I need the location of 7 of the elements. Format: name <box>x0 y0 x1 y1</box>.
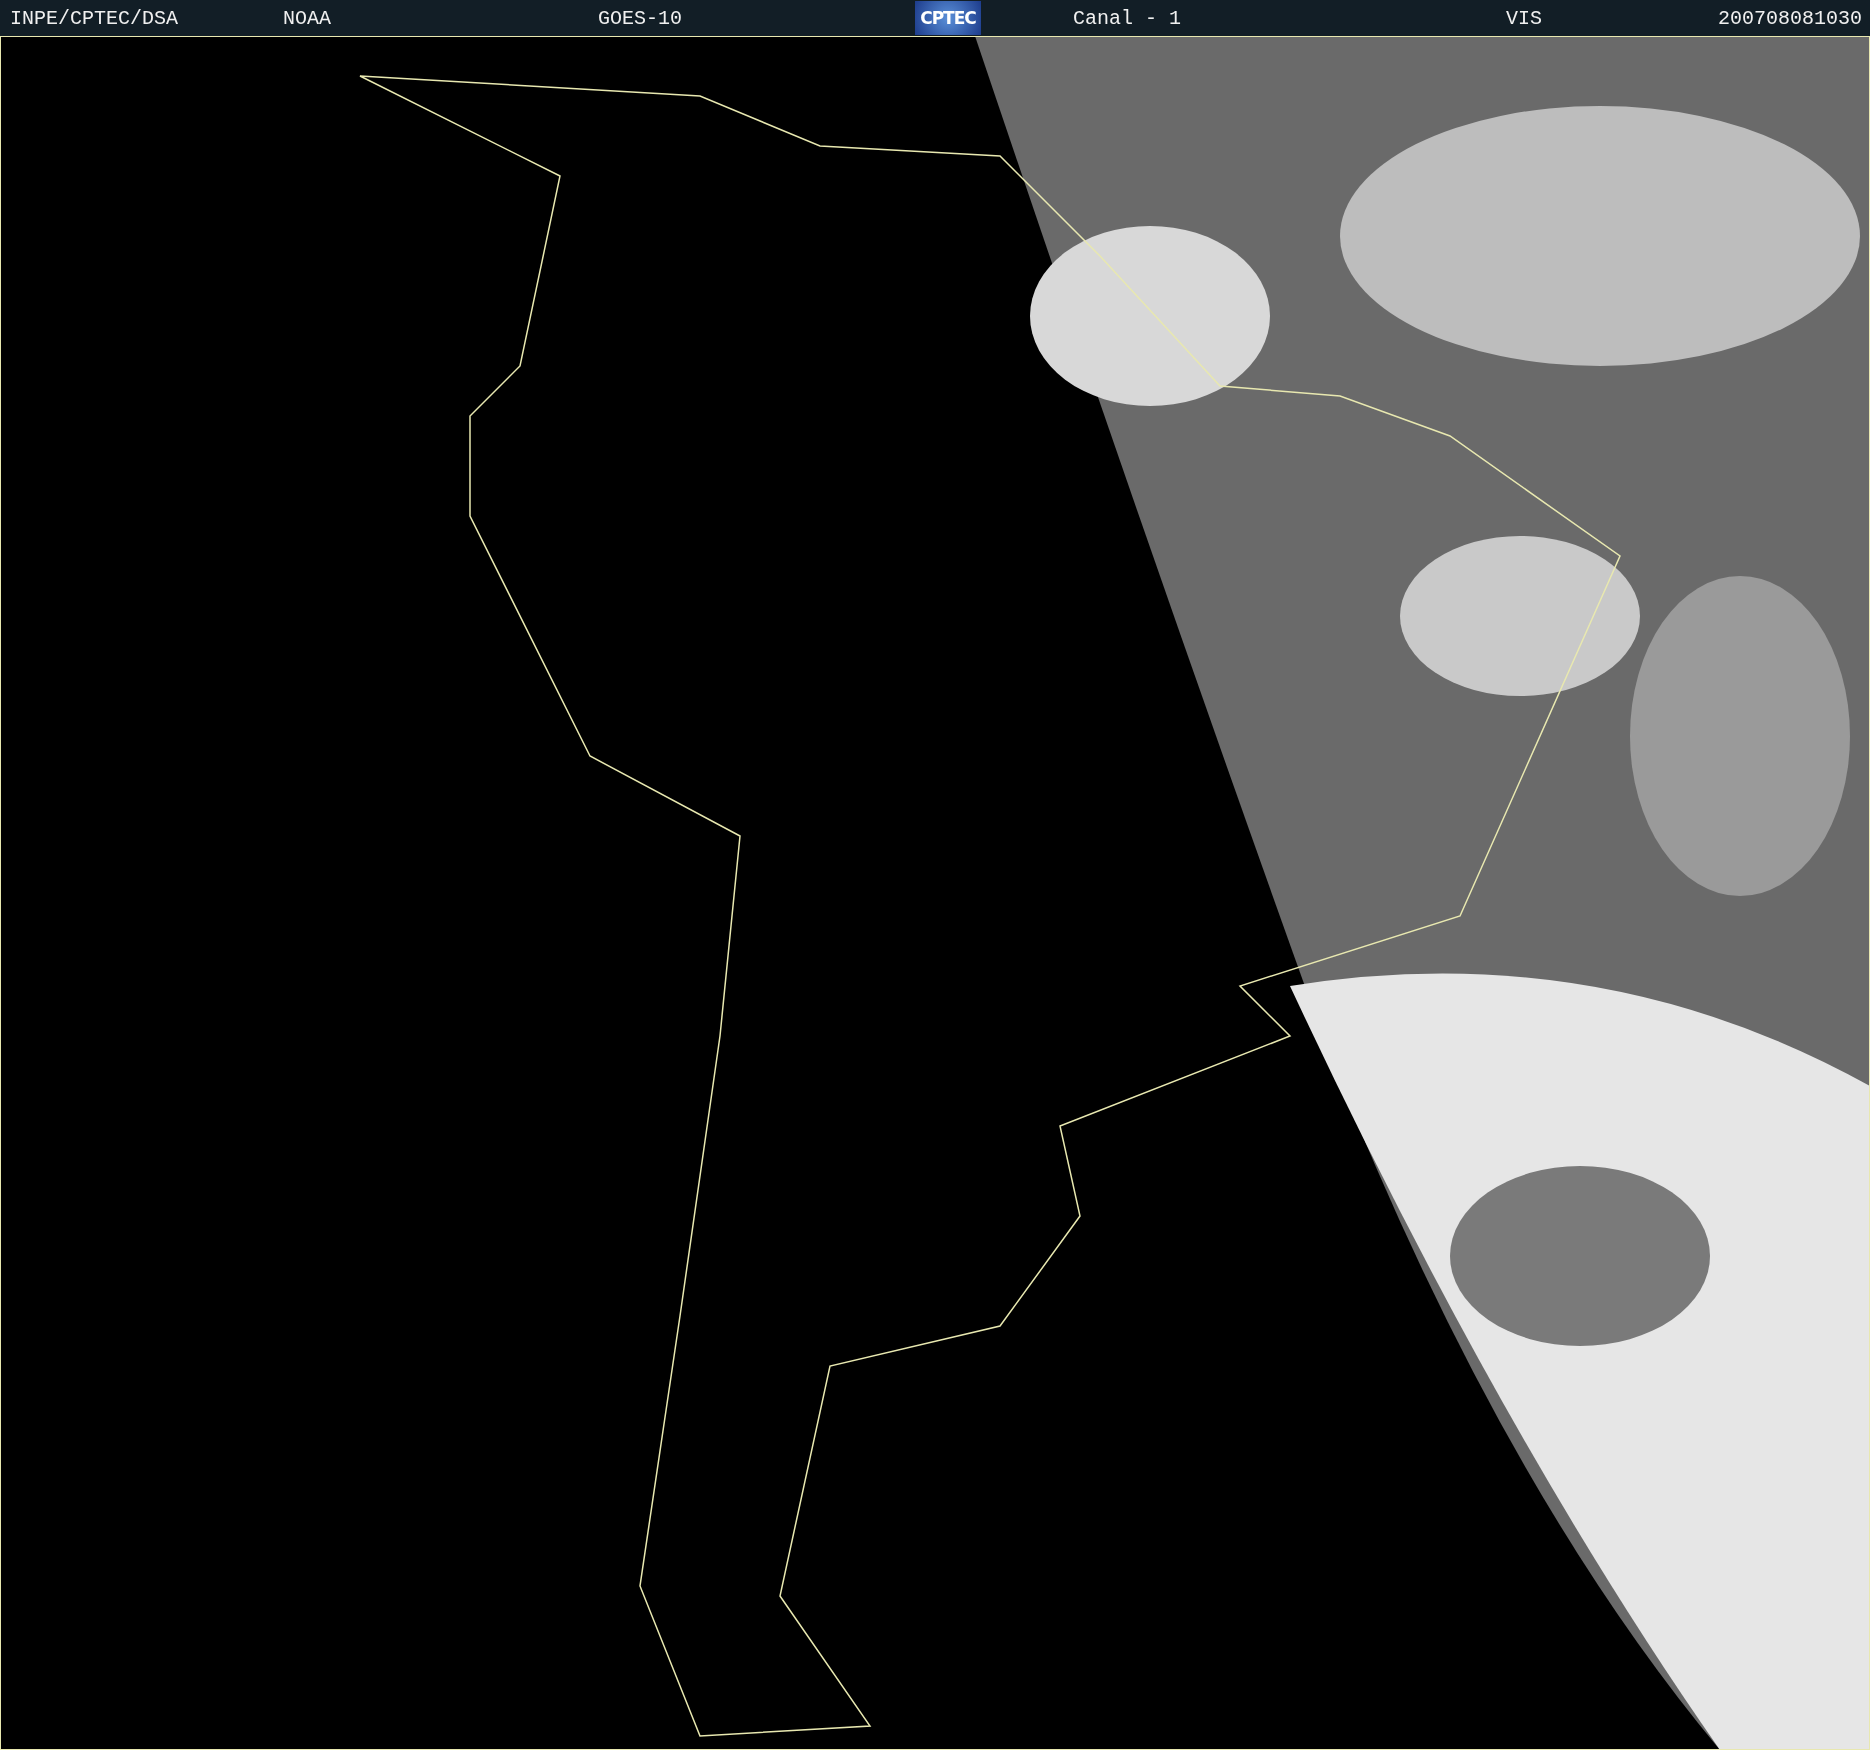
logo: CPTEC <box>915 1 981 35</box>
band-label: VIS <box>1506 6 1543 30</box>
satellite-label: GOES-10 <box>598 6 683 30</box>
channel-label: Canal - 1 <box>1073 6 1183 30</box>
source-label: INPE/CPTEC/DSA <box>10 6 180 30</box>
agency-label: NOAA <box>283 6 332 30</box>
timestamp-label: 200708081030 <box>1717 6 1862 30</box>
